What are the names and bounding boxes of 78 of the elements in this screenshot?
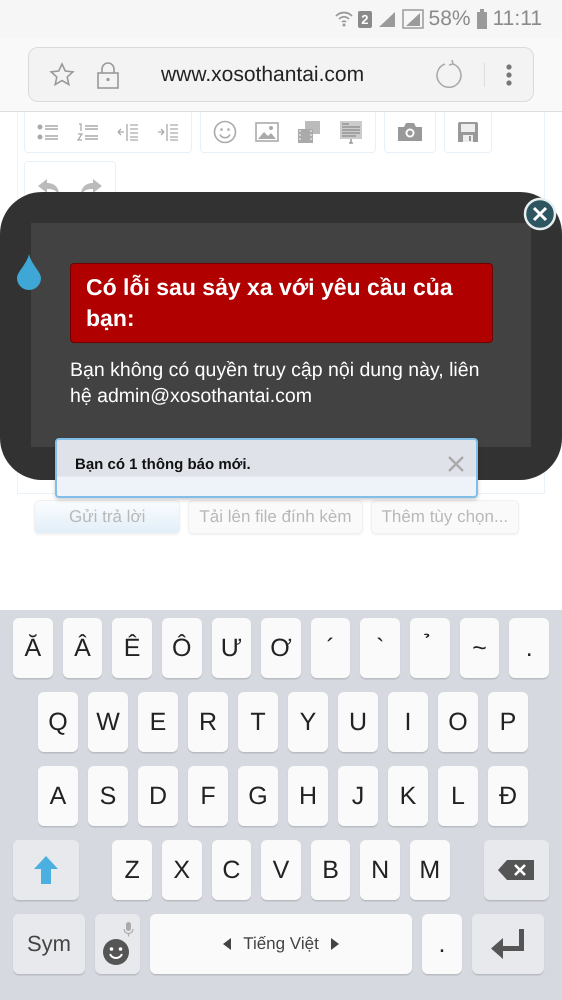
key[interactable]: Â [62, 618, 102, 678]
left-triangle-icon [223, 938, 232, 950]
document-icon[interactable] [339, 120, 363, 144]
error-message: Bạn không có quyền truy cập nội dung này, liên hệ admin@xosothantai.com [70, 358, 480, 409]
menu-icon[interactable] [505, 62, 513, 86]
enter-icon [491, 929, 525, 959]
key[interactable]: Z [112, 840, 152, 900]
key[interactable]: E [138, 692, 178, 752]
key[interactable]: ~ [460, 618, 500, 678]
key[interactable]: I [388, 692, 428, 752]
wifi-icon [335, 10, 354, 28]
key[interactable]: M [410, 840, 450, 900]
key[interactable]: Ư [212, 618, 252, 678]
signal-icon [376, 10, 397, 28]
right-triangle-icon [330, 938, 339, 950]
key[interactable]: Ă [13, 618, 53, 678]
key[interactable]: H [288, 766, 328, 826]
key[interactable]: C [212, 840, 252, 900]
outdent-icon[interactable] [117, 122, 139, 142]
error-heading: Có lỗi sau sảy xa với yêu cầu của bạn: [70, 263, 493, 343]
key[interactable]: B [310, 840, 350, 900]
save-icon[interactable] [457, 121, 479, 143]
key[interactable]: T [238, 692, 278, 752]
key[interactable]: S [88, 766, 128, 826]
key[interactable]: Ê [112, 618, 152, 678]
camera-icon[interactable] [397, 122, 423, 142]
up-arrow-icon [34, 856, 58, 884]
key[interactable]: R [188, 692, 228, 752]
numbered-list-icon[interactable] [77, 122, 99, 142]
key[interactable]: X [162, 840, 202, 900]
lock-icon [95, 60, 121, 88]
key[interactable]: G [238, 766, 278, 826]
key[interactable]: A [38, 766, 78, 826]
star-icon[interactable] [49, 62, 75, 88]
key[interactable]: V [261, 840, 301, 900]
key[interactable]: ̉ [410, 618, 450, 678]
backspace-key[interactable] [484, 840, 549, 900]
key[interactable]: . [422, 914, 462, 974]
battery-percent: 58% [428, 7, 471, 31]
key[interactable]: U [338, 692, 378, 752]
key[interactable]: D [138, 766, 178, 826]
key[interactable]: . [509, 618, 550, 678]
clock: 11:11 [492, 7, 542, 31]
notification-text: Bạn có 1 thông báo mới. [75, 456, 251, 472]
shift-key[interactable] [13, 840, 80, 900]
space-key[interactable]: Tiếng Việt [150, 914, 412, 974]
smiley-icon[interactable] [213, 120, 237, 144]
reload-icon[interactable] [434, 60, 464, 90]
address-bar[interactable]: www.xosothantai.com [28, 47, 534, 102]
key[interactable]: Ô [162, 618, 202, 678]
backspace-icon [498, 860, 534, 880]
key[interactable]: Q [38, 692, 78, 752]
smiley-microphone-icon [102, 922, 134, 966]
key[interactable]: N [360, 840, 400, 900]
battery-icon [476, 9, 488, 29]
key[interactable]: W [88, 692, 128, 752]
symbols-key[interactable]: Sym [13, 914, 85, 974]
key[interactable]: K [388, 766, 428, 826]
key[interactable]: Y [288, 692, 328, 752]
key[interactable]: F [188, 766, 228, 826]
drop-icon [17, 254, 41, 290]
film-icon[interactable] [297, 120, 321, 144]
key[interactable]: ` [360, 618, 400, 678]
key[interactable]: ´ [310, 618, 350, 678]
sim-badge: 2 [358, 10, 372, 28]
signal-icon [402, 9, 424, 29]
enter-key[interactable] [472, 914, 544, 974]
key[interactable]: L [438, 766, 478, 826]
key[interactable]: J [338, 766, 378, 826]
image-icon[interactable] [255, 122, 279, 142]
url-text: www.xosothantai.com [161, 62, 366, 86]
indent-icon[interactable] [157, 122, 179, 142]
key[interactable]: O [438, 692, 478, 752]
key[interactable]: P [488, 692, 528, 752]
key[interactable]: Ơ [261, 618, 301, 678]
bullet-list-icon[interactable] [37, 122, 59, 142]
emoji-key[interactable] [95, 914, 140, 974]
key[interactable]: Đ [488, 766, 528, 826]
